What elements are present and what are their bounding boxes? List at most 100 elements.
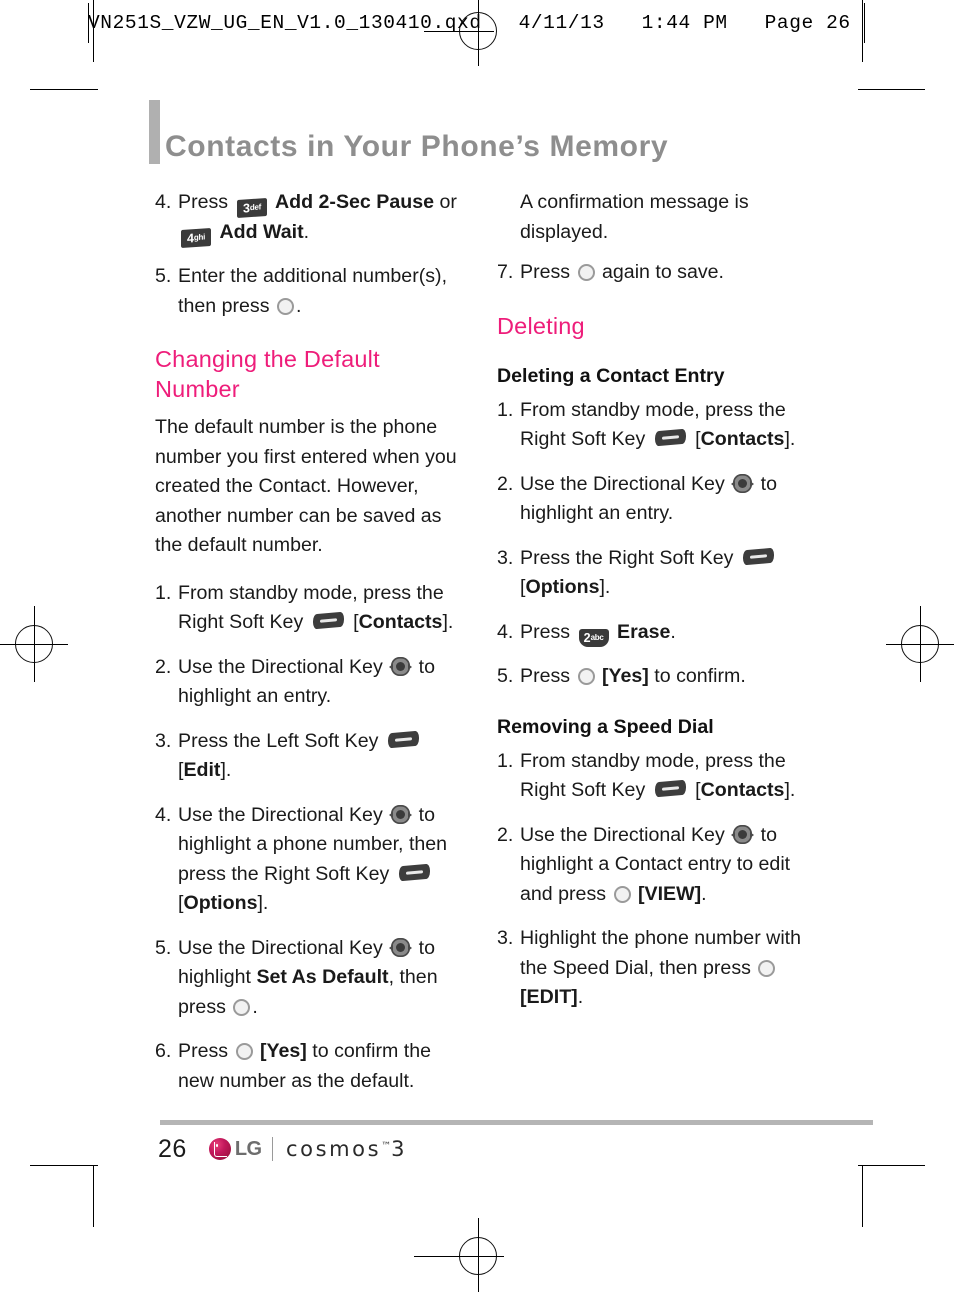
ok-key-icon bbox=[233, 998, 251, 1016]
step-line: Enter the additional number(s), bbox=[178, 265, 448, 287]
step-line: highlight bbox=[178, 966, 251, 988]
list-item: 5. Press [Yes] to confirm. bbox=[497, 662, 807, 692]
step-line: to bbox=[760, 823, 777, 846]
step-bold-label: Edit bbox=[183, 759, 221, 781]
directional-key-icon bbox=[389, 656, 413, 677]
list-item: 2. Use the Directional Key to highlight a… bbox=[155, 653, 465, 712]
step-text: Press [Yes] to confirm. bbox=[520, 662, 807, 692]
step-period: . bbox=[577, 986, 584, 1008]
continuation-paragraph: A confirmation message is displayed. bbox=[497, 188, 807, 247]
step-text: Press again to save. bbox=[520, 258, 807, 288]
ok-key-icon bbox=[577, 264, 595, 281]
step-line: to bbox=[418, 655, 435, 678]
step-text: Use the Directional Key to highlight a ph… bbox=[178, 801, 465, 919]
directional-key-icon bbox=[389, 937, 413, 958]
step-line: to bbox=[760, 472, 777, 495]
list-item: 6. Press [Yes] to confirm the new number … bbox=[155, 1037, 465, 1096]
step-line: Use the Directional Key bbox=[178, 655, 383, 678]
body-paragraph: The default number is the phone number y… bbox=[155, 416, 457, 556]
lg-brand-label: LG bbox=[234, 1137, 262, 1160]
step-bold-label: [Yes] bbox=[260, 1040, 307, 1062]
step-text: From standby mode, press the Right Soft K… bbox=[520, 747, 807, 806]
step-period: . bbox=[252, 995, 258, 1018]
list-item: 7. Press again to save. bbox=[497, 258, 807, 288]
step-text: A confirmation message is displayed. bbox=[520, 188, 807, 247]
step-line: to confirm the bbox=[312, 1040, 431, 1062]
step-bold-label: Options bbox=[183, 892, 258, 914]
step-number: 6. bbox=[155, 1040, 172, 1062]
step-line: Use the Directional Key bbox=[178, 936, 383, 959]
step-bold-label: Contacts bbox=[700, 779, 785, 801]
step-line: Right Soft Key bbox=[520, 779, 646, 801]
ok-key-icon bbox=[235, 1043, 253, 1060]
step-line: highlight a Contact entry to edit bbox=[520, 853, 791, 875]
manual-page: Contacts in Your Phone’s Memory 4. Press… bbox=[0, 0, 954, 1292]
ok-key-icon bbox=[613, 885, 631, 903]
directional-key-icon bbox=[731, 824, 755, 845]
soft-key-icon bbox=[312, 611, 344, 630]
ok-key-icon bbox=[758, 959, 776, 977]
key-2-abc-icon: 2abc bbox=[578, 628, 609, 647]
trademark-symbol: ™ bbox=[381, 1141, 392, 1152]
step-line: Press the Right Soft Key bbox=[520, 546, 734, 569]
step-period: . bbox=[701, 882, 707, 905]
list-item: 4. Press 2abc Erase. bbox=[497, 618, 807, 648]
step-line: Press the Left Soft Key bbox=[178, 729, 379, 752]
step-line: Press bbox=[520, 620, 571, 643]
directional-key-icon bbox=[731, 473, 755, 494]
step-line: then press bbox=[178, 294, 270, 317]
soft-key-icon bbox=[654, 428, 686, 447]
lg-logo-icon bbox=[208, 1138, 231, 1160]
step-bold-label: Contacts bbox=[358, 611, 443, 633]
bracket-close: ]. bbox=[599, 576, 611, 598]
step-period: . bbox=[295, 294, 302, 317]
step-line: press the Right Soft Key bbox=[178, 862, 390, 885]
step-bold-label: Add Wait bbox=[219, 220, 304, 243]
step-number: 4. bbox=[155, 803, 172, 826]
step-text: Press the Right Soft Key [Options]. bbox=[520, 544, 807, 603]
step-text: Press the Left Soft Key [Edit]. bbox=[178, 727, 465, 786]
step-line: From standby mode, press the bbox=[520, 749, 786, 772]
step-text: Press [Yes] to confirm the new number as … bbox=[178, 1037, 465, 1096]
step-text: Press 2abc Erase. bbox=[520, 618, 807, 648]
step-text: Use the Directional Key to highlight Set … bbox=[178, 934, 465, 1023]
step-prefix: Press bbox=[178, 191, 229, 213]
section-heading-deleting: Deleting bbox=[497, 312, 585, 339]
step-line: and press bbox=[520, 882, 607, 905]
step-line: Use the Directional Key bbox=[520, 823, 725, 846]
subsection-heading-removing-a-speed-dial: Removing a Speed Dial bbox=[497, 715, 714, 738]
step-line: Highlight the phone number with bbox=[520, 927, 802, 949]
soft-key-icon bbox=[742, 547, 774, 565]
step-line: highlight an entry. bbox=[178, 685, 332, 707]
soft-key-icon bbox=[654, 779, 686, 798]
step-number: 1. bbox=[155, 581, 172, 604]
step-line: Right Soft Key bbox=[520, 428, 646, 450]
step-number: 5. bbox=[497, 665, 514, 687]
page-number: 26 bbox=[158, 1134, 187, 1163]
footer-separator bbox=[271, 1137, 273, 1161]
step-number: 3. bbox=[497, 927, 514, 949]
list-item: 1. From standby mode, press the Right Sof… bbox=[497, 747, 807, 806]
step-text: From standby mode, press the Right Soft K… bbox=[178, 579, 465, 638]
step-bold-label: [Yes] bbox=[602, 665, 649, 687]
step-number: 7. bbox=[497, 261, 514, 283]
step-line: From standby mode, press the bbox=[178, 581, 444, 604]
step-text: Use the Directional Key to highlight a Co… bbox=[520, 821, 807, 910]
key-4-ghi-icon: 4ghi bbox=[181, 227, 211, 248]
step-bold-label: Set As Default bbox=[256, 966, 389, 988]
intro-line: displayed. bbox=[520, 220, 609, 243]
step-conjunction: or bbox=[439, 191, 457, 213]
step-number: 1. bbox=[497, 398, 514, 421]
subsection-heading-deleting-a-contact-entry: Deleting a Contact Entry bbox=[497, 364, 725, 387]
step-line: Use the Directional Key bbox=[520, 472, 725, 495]
step-line: again to save. bbox=[602, 261, 725, 283]
step-line: highlight an entry. bbox=[520, 502, 674, 524]
step-line: Use the Directional Key bbox=[178, 803, 383, 826]
key-3-def-icon: 3def bbox=[236, 197, 267, 219]
step-period: . bbox=[303, 220, 310, 243]
bracket-close: ]. bbox=[220, 759, 232, 781]
step-number: 5. bbox=[155, 265, 172, 287]
page-title-accent-bar bbox=[149, 100, 160, 164]
list-item: 3. Highlight the phone number with the Sp… bbox=[497, 924, 807, 1013]
list-item: 4. Use the Directional Key to highlight a… bbox=[155, 801, 465, 919]
